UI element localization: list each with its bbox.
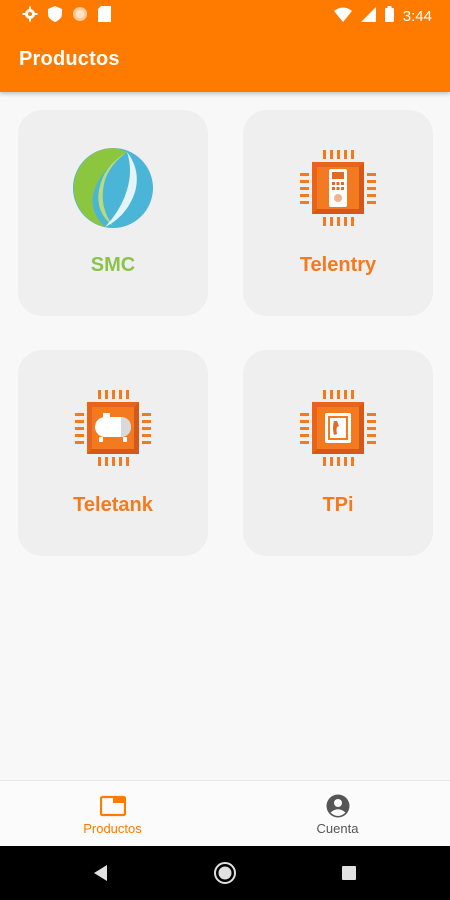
back-icon[interactable] [89, 861, 113, 885]
status-time: 3:44 [402, 7, 432, 25]
shield-icon [48, 6, 62, 27]
nav-label-cuenta: Cuenta [316, 821, 359, 836]
products-grid: SMC Telentry Teletank TPi [0, 92, 450, 780]
chip-phone-icon [290, 380, 386, 476]
recents-icon[interactable] [337, 861, 361, 885]
nav-item-cuenta[interactable]: Cuenta [225, 781, 450, 847]
system-navigation-bar [0, 846, 450, 900]
product-label-telentry: Telentry [299, 254, 377, 276]
product-label-smc: SMC [90, 254, 136, 276]
signal-icon [360, 6, 376, 27]
product-card-teletank[interactable]: Teletank [18, 350, 208, 556]
account-icon [325, 793, 351, 819]
battery-icon [384, 6, 394, 27]
product-label-teletank: Teletank [73, 494, 153, 516]
app-bar: Productos [0, 30, 450, 92]
circle-icon [72, 6, 88, 27]
product-label-tpi: TPi [322, 494, 354, 516]
status-bar: 3:44 [0, 0, 450, 30]
wifi-icon [333, 7, 352, 27]
nav-label-productos: Productos [83, 821, 142, 836]
product-card-tpi[interactable]: TPi [243, 350, 433, 556]
gear-icon [22, 6, 38, 27]
sd-card-icon [98, 6, 111, 27]
nav-item-productos[interactable]: Productos [0, 781, 225, 847]
chip-tank-icon [65, 380, 161, 476]
home-icon[interactable] [213, 861, 237, 885]
product-card-telentry[interactable]: Telentry [243, 110, 433, 316]
leaf-globe-icon [65, 140, 161, 236]
page-title: Productos [19, 48, 120, 70]
folder-icon [99, 793, 126, 819]
chip-intercom-icon [290, 140, 386, 236]
product-card-smc[interactable]: SMC [18, 110, 208, 316]
bottom-navigation: Productos Cuenta [0, 780, 450, 846]
